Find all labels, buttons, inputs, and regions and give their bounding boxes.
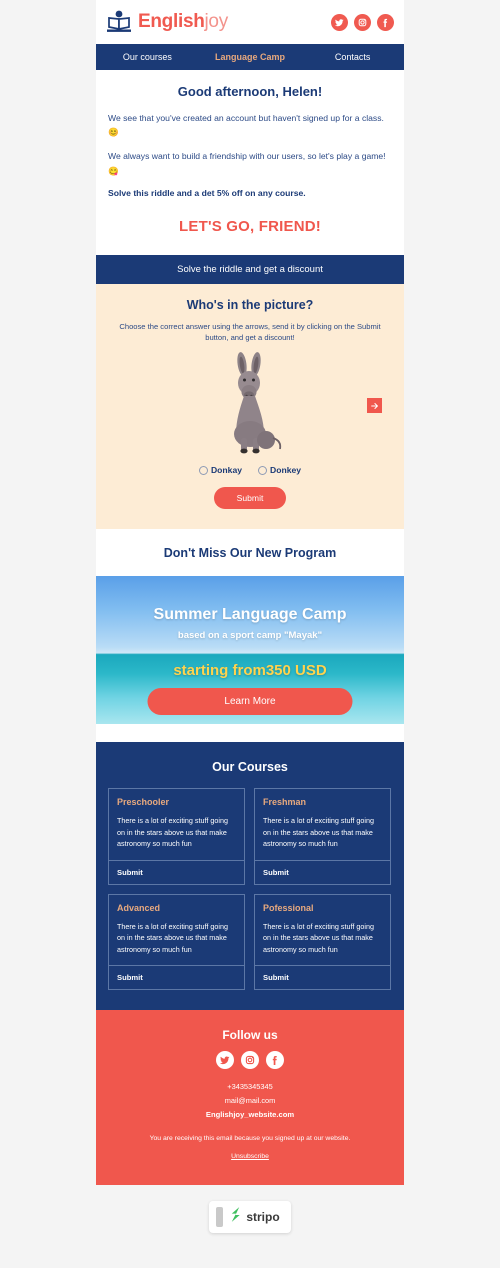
donkey-photo [214,350,286,456]
riddle-option-label: Donkay [210,465,242,476]
riddle-banner: Solve the riddle and get a discount [96,254,404,284]
email-header: Englishjoy [96,0,404,44]
course-card: Advanced There is a lot of exciting stuf… [108,893,245,991]
stripo-branding: stripo [0,1185,500,1252]
stripo-logo-icon [229,1206,242,1228]
nav-item-contacts[interactable]: Contacts [301,52,404,62]
course-card-submit[interactable]: Submit [255,965,390,989]
riddle-option-donkey[interactable]: Donkey [258,465,301,475]
course-card: Freshman There is a lot of exciting stuf… [254,788,391,885]
riddle-submit-button[interactable]: Submit [214,487,286,510]
camp-price: starting from350 USD [173,662,327,680]
footer-legal-text: You are receiving this email because you… [149,1135,351,1143]
course-card-text: There is a lot of exciting stuff going o… [117,921,228,954]
course-card-submit[interactable]: Submit [255,859,390,884]
riddle-question: Who's in the picture? [186,297,314,312]
course-card: Preschooler There is a lot of exciting s… [108,788,245,885]
greeting-paragraph-1: We see that you've created an account bu… [108,113,384,138]
course-card-body: Pofessional There is a lot of exciting s… [255,895,390,966]
header-social-links [331,13,394,31]
greeting-paragraph-2: We always want to build a friendship wit… [108,151,386,176]
summer-camp-banner: Summer Language Camp based on a sport ca… [96,576,404,725]
camp-subtitle: based on a sport camp "Mayak" [177,630,323,642]
footer-social-links [108,1051,392,1070]
follow-us-title: Follow us [222,1028,278,1043]
radio-button[interactable] [258,465,267,475]
brand-text: Englishjoy [138,11,228,33]
riddle-option-donkay[interactable]: Donkay [198,465,242,476]
stripo-badge[interactable]: stripo [209,1201,291,1234]
brand-logo[interactable]: Englishjoy [106,10,228,34]
person-reading-book-icon [106,10,132,34]
course-card-body: Preschooler There is a lot of exciting s… [109,789,244,860]
instagram-icon[interactable] [354,13,371,31]
nav-item-our-courses[interactable]: Our courses [96,52,199,62]
course-card-text: There is a lot of exciting stuff going o… [263,921,374,954]
footer-email[interactable]: mail@mail.com [108,1096,392,1105]
courses-spacer [96,724,404,743]
courses-title: Our Courses [212,760,288,775]
course-card-submit[interactable]: Submit [109,965,244,989]
course-card-title: Pofessional [263,902,314,913]
course-card-body: Advanced There is a lot of exciting stuf… [109,895,244,966]
unsubscribe-link[interactable]: Unsubscribe [231,1153,269,1160]
greeting-title: Good afternoon, Helen! [177,84,323,99]
program-title: Don't Miss Our New Program [163,546,337,561]
facebook-icon[interactable] [377,13,394,31]
brand-secondary: joy [204,11,229,32]
email-footer: Follow us +3435345345 mail@mail.com Engl… [96,1010,404,1186]
greeting-offer-text: Solve this riddle and a det 5% off on an… [108,187,306,198]
courses-section: Our Courses Preschooler There is a lot o… [96,742,404,1011]
riddle-section: Who's in the picture? Choose the correct… [96,283,404,530]
course-card-title: Advanced [117,902,161,913]
course-card-grid: Preschooler There is a lot of exciting s… [108,788,392,991]
twitter-icon[interactable] [331,13,348,31]
riddle-answer-options: Donkay Donkey [106,465,394,475]
stripo-name: stripo [246,1210,280,1225]
arrow-right-icon[interactable] [367,398,382,414]
course-card-text: There is a lot of exciting stuff going o… [263,816,374,849]
footer-phone[interactable]: +3435345345 [108,1082,392,1091]
riddle-image-row [106,350,394,456]
main-navigation: Our courses Language Camp Contacts [96,44,404,70]
learn-more-button[interactable]: Learn More [147,688,353,716]
facebook-icon[interactable] [266,1051,284,1070]
course-card-text: There is a lot of exciting stuff going o… [117,816,228,849]
camp-title: Summer Language Camp [153,606,347,624]
course-card: Pofessional There is a lot of exciting s… [254,893,391,991]
course-card-submit[interactable]: Submit [109,859,244,884]
greeting-section: Good afternoon, Helen! We see that you'v… [96,70,404,255]
brand-primary: English [138,11,205,32]
nav-item-language-camp[interactable]: Language Camp [199,52,302,62]
twitter-icon[interactable] [216,1051,234,1070]
email-body: Englishjoy Our courses Language Camp Con… [96,0,404,1186]
course-card-title: Preschooler [117,797,170,808]
program-section: Don't Miss Our New Program [96,529,404,577]
footer-website[interactable]: Englishjoy_website.com [108,1110,392,1119]
course-card-body: Freshman There is a lot of exciting stuf… [255,789,390,860]
riddle-option-label: Donkey [270,465,302,476]
instagram-icon[interactable] [241,1051,259,1070]
riddle-instructions: Choose the correct answer using the arro… [119,321,381,343]
radio-button[interactable] [198,465,208,475]
course-card-title: Freshman [263,797,307,808]
greeting-cta-text[interactable]: LET'S GO, FRIEND! [108,218,392,235]
stripo-tab-decoration [216,1207,224,1228]
